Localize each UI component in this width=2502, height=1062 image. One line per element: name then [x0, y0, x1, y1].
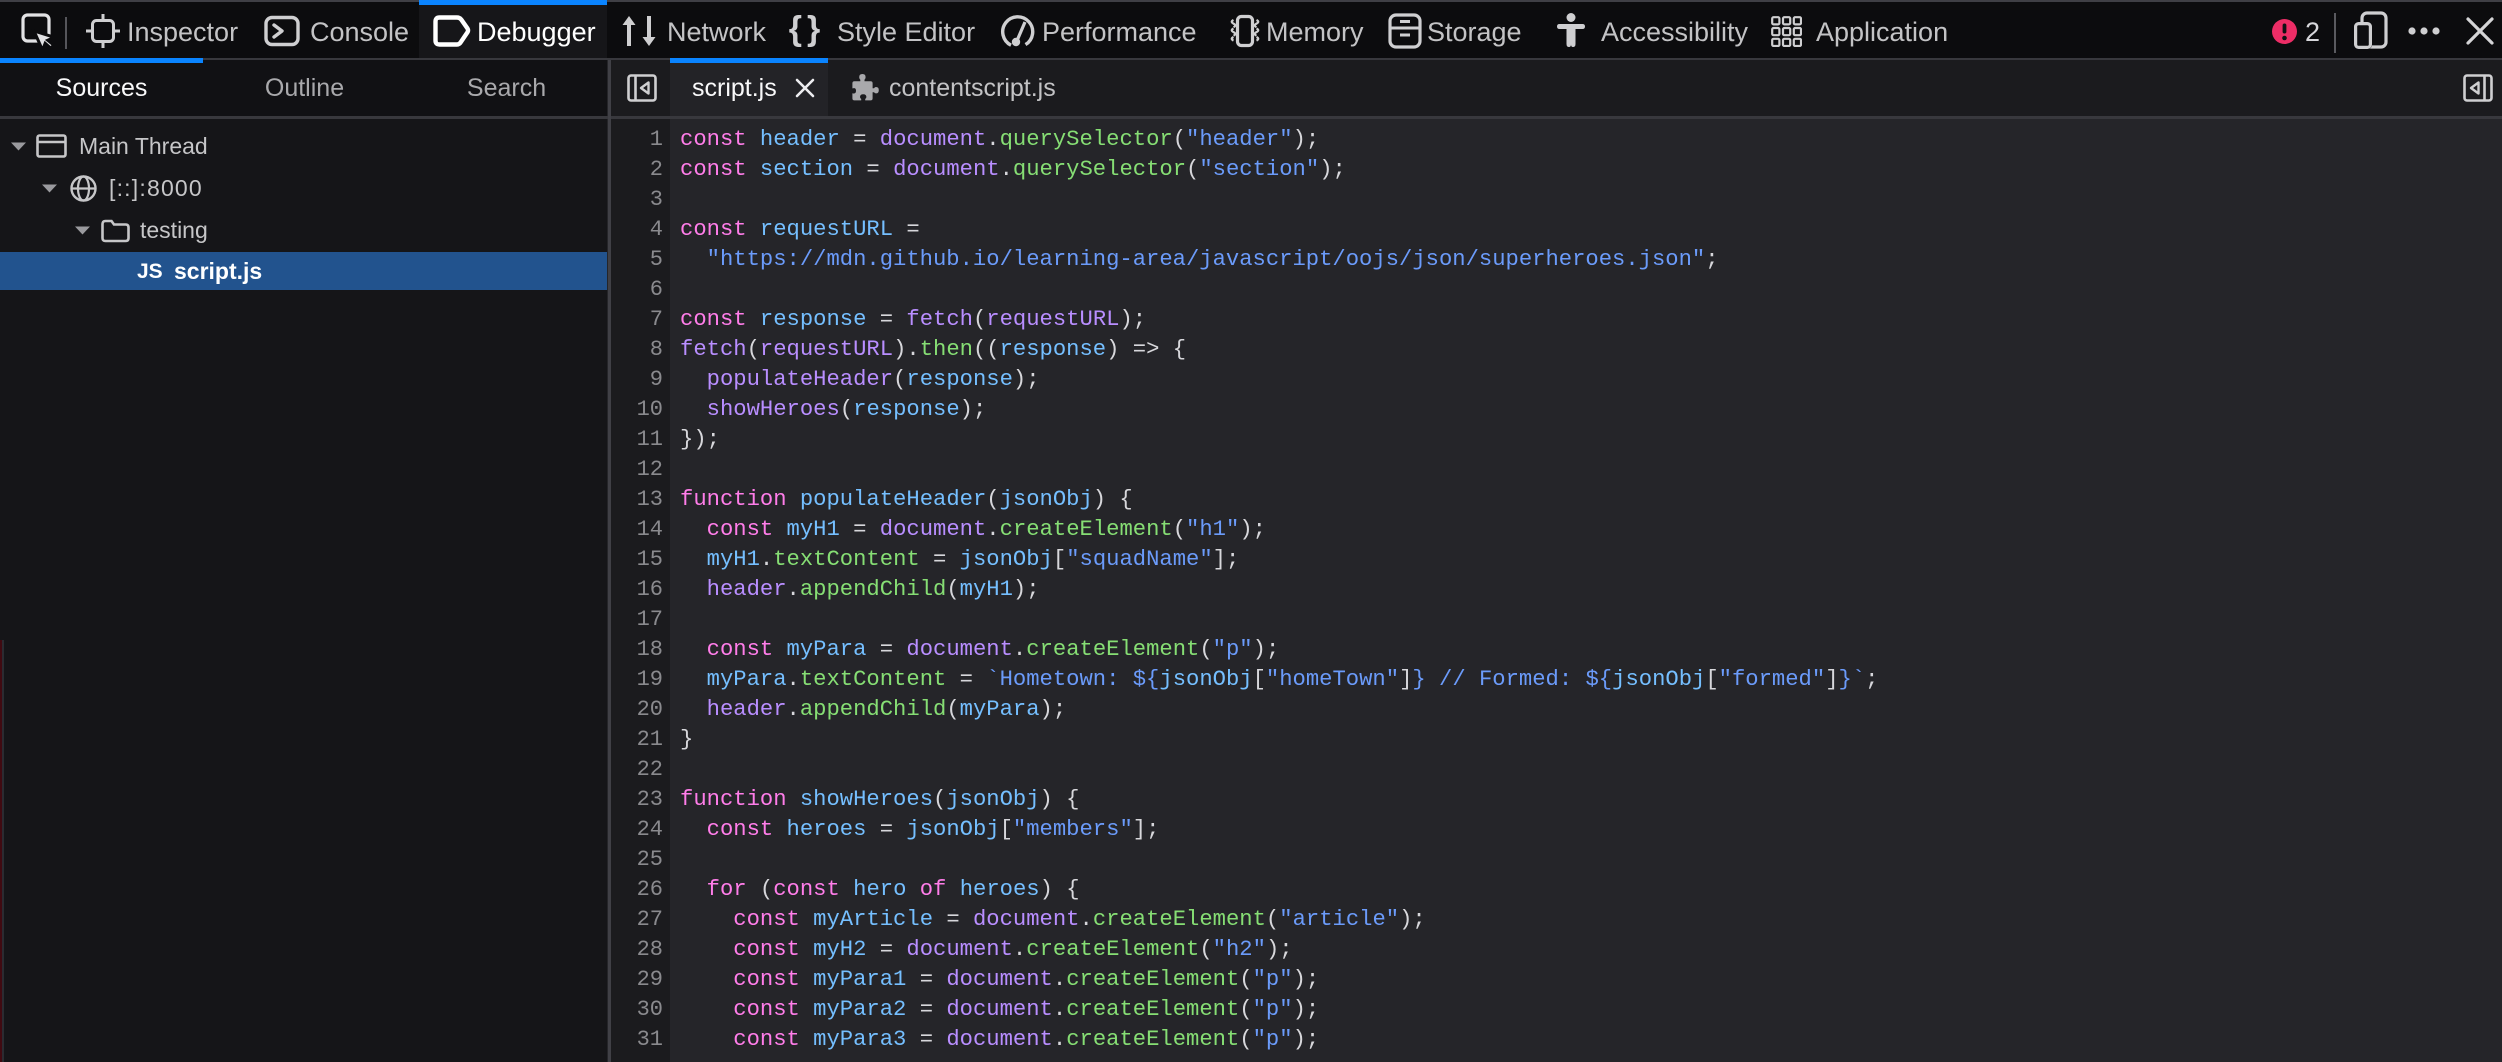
svg-text:{}: {} — [789, 13, 825, 48]
